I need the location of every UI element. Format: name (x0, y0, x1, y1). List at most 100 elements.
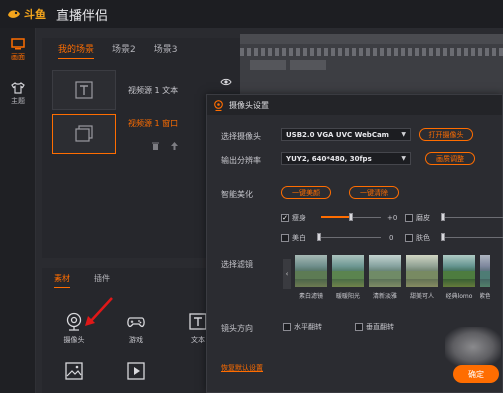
checkbox-box (281, 234, 289, 242)
camera-select-value: USB2.0 VGA UVC WebCam (286, 130, 389, 139)
material-item-image[interactable] (54, 362, 94, 380)
filter-thumbnail (480, 255, 490, 287)
filter-item[interactable]: 清新淡雅 (369, 255, 401, 300)
filter-thumbnail (295, 255, 327, 287)
filter-label: 紫色 (480, 293, 490, 300)
filter-label: 暖暖阳光 (335, 293, 360, 300)
smooth-slider[interactable] (441, 213, 503, 221)
filter-label: 素白滤镜 (298, 293, 323, 300)
source-name: 视频源 1 文本 (128, 85, 179, 95)
filter-thumbnail (406, 255, 438, 287)
filter-item[interactable]: 暖暖阳光 (332, 255, 364, 300)
whiten-label: 美白 (292, 234, 306, 242)
slim-value: +0 (387, 214, 398, 222)
slim-slider[interactable] (321, 213, 381, 221)
mirror-vertical-checkbox[interactable]: 垂直翻转 (355, 322, 394, 332)
open-camera-button[interactable]: 打开摄像头 (419, 128, 473, 141)
source-thumbnail (52, 70, 116, 110)
filter-item[interactable]: 素白滤镜 (295, 255, 327, 300)
filter-prev-button[interactable]: ‹ (283, 259, 291, 289)
quality-adjust-button[interactable]: 画质调整 (425, 152, 475, 165)
camera-settings-dialog: 摄像头设置 选择摄像头 USB2.0 VGA UVC WebCam ▼ 打开摄像… (206, 94, 503, 393)
smooth-label: 磨皮 (416, 214, 430, 222)
filter-thumbnail (369, 255, 401, 287)
filter-list: 素白滤镜 暖暖阳光 清新淡雅 甜美可人 经典lomo 紫色 (295, 255, 490, 300)
filter-label: 经典lomo (445, 293, 473, 300)
resolution-label: 输出分辨率 (221, 156, 261, 165)
direction-label: 镜头方向 (221, 324, 253, 333)
material-label: 游戏 (129, 336, 143, 344)
tab-scene-3[interactable]: 场景3 (154, 42, 178, 58)
dialog-title: 摄像头设置 (229, 100, 269, 110)
sidebar-item-theme[interactable]: 主题 (0, 72, 36, 116)
material-item-video[interactable] (116, 362, 156, 380)
tab-plugins[interactable]: 插件 (94, 273, 110, 287)
material-label: 摄像头 (63, 336, 85, 344)
smooth-checkbox[interactable]: 磨皮 (405, 213, 430, 223)
filter-thumbnail (443, 255, 475, 287)
sidebar-item-label: 画面 (11, 53, 25, 61)
dialog-header: 摄像头设置 (207, 95, 502, 115)
skin-tone-checkbox[interactable]: 肤色 (405, 233, 430, 243)
app-logo: 斗鱼 (6, 6, 46, 22)
mirror-horizontal-label: 水平翻转 (294, 323, 322, 331)
checkbox-box (405, 214, 413, 222)
select-camera-label: 选择摄像头 (221, 132, 261, 141)
restore-default-link[interactable]: 恢复默认设置 (221, 363, 263, 373)
annotation-arrow-icon (85, 297, 113, 326)
checkbox-box (355, 323, 363, 331)
filter-item[interactable]: 甜美可人 (406, 255, 438, 300)
confirm-button[interactable]: 确定 (453, 365, 499, 383)
beauty-label: 智能美化 (221, 190, 253, 199)
checkbox-box (405, 234, 413, 242)
gamepad-icon (127, 317, 145, 328)
slim-label: 瘦身 (292, 214, 306, 222)
preview-canvas (240, 34, 503, 94)
resolution-select[interactable]: YUY2, 640*480, 30fps ▼ (281, 152, 411, 165)
tab-my-scene[interactable]: 我的场景 (58, 42, 95, 59)
scene-tabs: 我的场景 场景2 场景3 (42, 38, 242, 62)
source-name: 视频源 1 窗口 (128, 119, 179, 128)
mirror-horizontal-checkbox[interactable]: 水平翻转 (283, 322, 322, 332)
caret-down-icon: ▼ (401, 131, 406, 138)
whiten-value: 0 (389, 234, 394, 242)
whiten-slider[interactable] (317, 233, 381, 241)
material-item-game[interactable]: 游戏 (116, 312, 156, 345)
title-bar: 斗鱼 直播伴侣 (0, 0, 503, 28)
app-title: 直播伴侣 (56, 8, 109, 24)
filter-label: 甜美可人 (409, 293, 434, 300)
whiten-checkbox[interactable]: 美白 (281, 233, 306, 243)
one-key-beauty-button[interactable]: 一键美颜 (281, 186, 331, 199)
one-key-clear-button[interactable]: 一键清除 (349, 186, 399, 199)
checkbox-box (283, 323, 291, 331)
text-icon (189, 313, 207, 330)
slim-checkbox[interactable]: ✓ 瘦身 (281, 213, 306, 223)
fish-logo-icon (8, 10, 20, 18)
source-row-actions (152, 142, 178, 150)
source-thumbnail (52, 114, 116, 154)
filter-item[interactable]: 经典lomo (443, 255, 475, 300)
play-icon (127, 362, 145, 380)
skin-tone-slider[interactable] (441, 233, 503, 241)
filter-item[interactable]: 紫色 (480, 255, 490, 300)
tab-scene-2[interactable]: 场景2 (112, 42, 136, 58)
arrow-up-icon[interactable] (171, 142, 178, 150)
material-panel: 素材 插件 摄像头 游戏 文本 (42, 268, 212, 393)
camera-icon (66, 312, 82, 331)
tab-material[interactable]: 素材 (54, 273, 70, 288)
trash-icon[interactable] (152, 142, 159, 150)
sidebar-item-label: 主题 (11, 97, 25, 105)
logo-text: 斗鱼 (24, 8, 46, 21)
text-icon (75, 81, 93, 99)
eye-icon[interactable] (220, 78, 232, 86)
sidebar-item-screen[interactable]: 画面 (0, 28, 36, 72)
image-icon (65, 362, 83, 380)
camera-select[interactable]: USB2.0 VGA UVC WebCam ▼ (281, 128, 411, 141)
blurred-overlay (445, 327, 501, 367)
material-tabs: 素材 插件 (42, 268, 212, 292)
filter-thumbnail (332, 255, 364, 287)
resolution-select-value: YUY2, 640*480, 30fps (286, 154, 372, 163)
filter-label: 清新淡雅 (372, 293, 397, 300)
mirror-vertical-label: 垂直翻转 (366, 323, 394, 331)
camera-icon (214, 99, 223, 111)
